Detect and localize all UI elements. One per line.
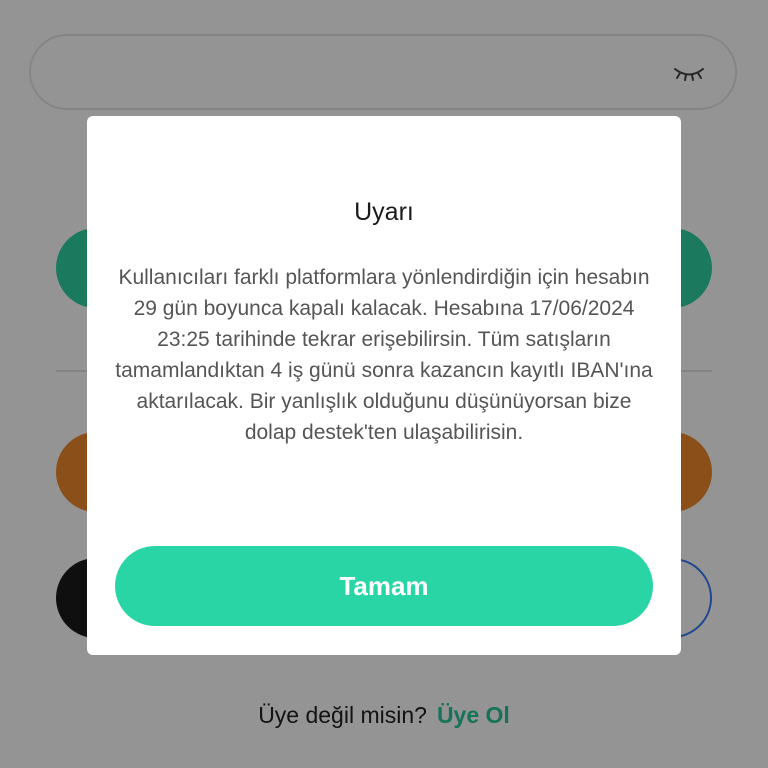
dialog-message: Kullanıcıları farklı platformlara yönlen… bbox=[115, 266, 653, 444]
dialog-title: Uyarı bbox=[354, 198, 414, 226]
login-screen: rttum Üye değil misin?Üye Ol Uyarı Kulla… bbox=[0, 0, 768, 768]
ok-button[interactable]: Tamam bbox=[115, 546, 653, 626]
